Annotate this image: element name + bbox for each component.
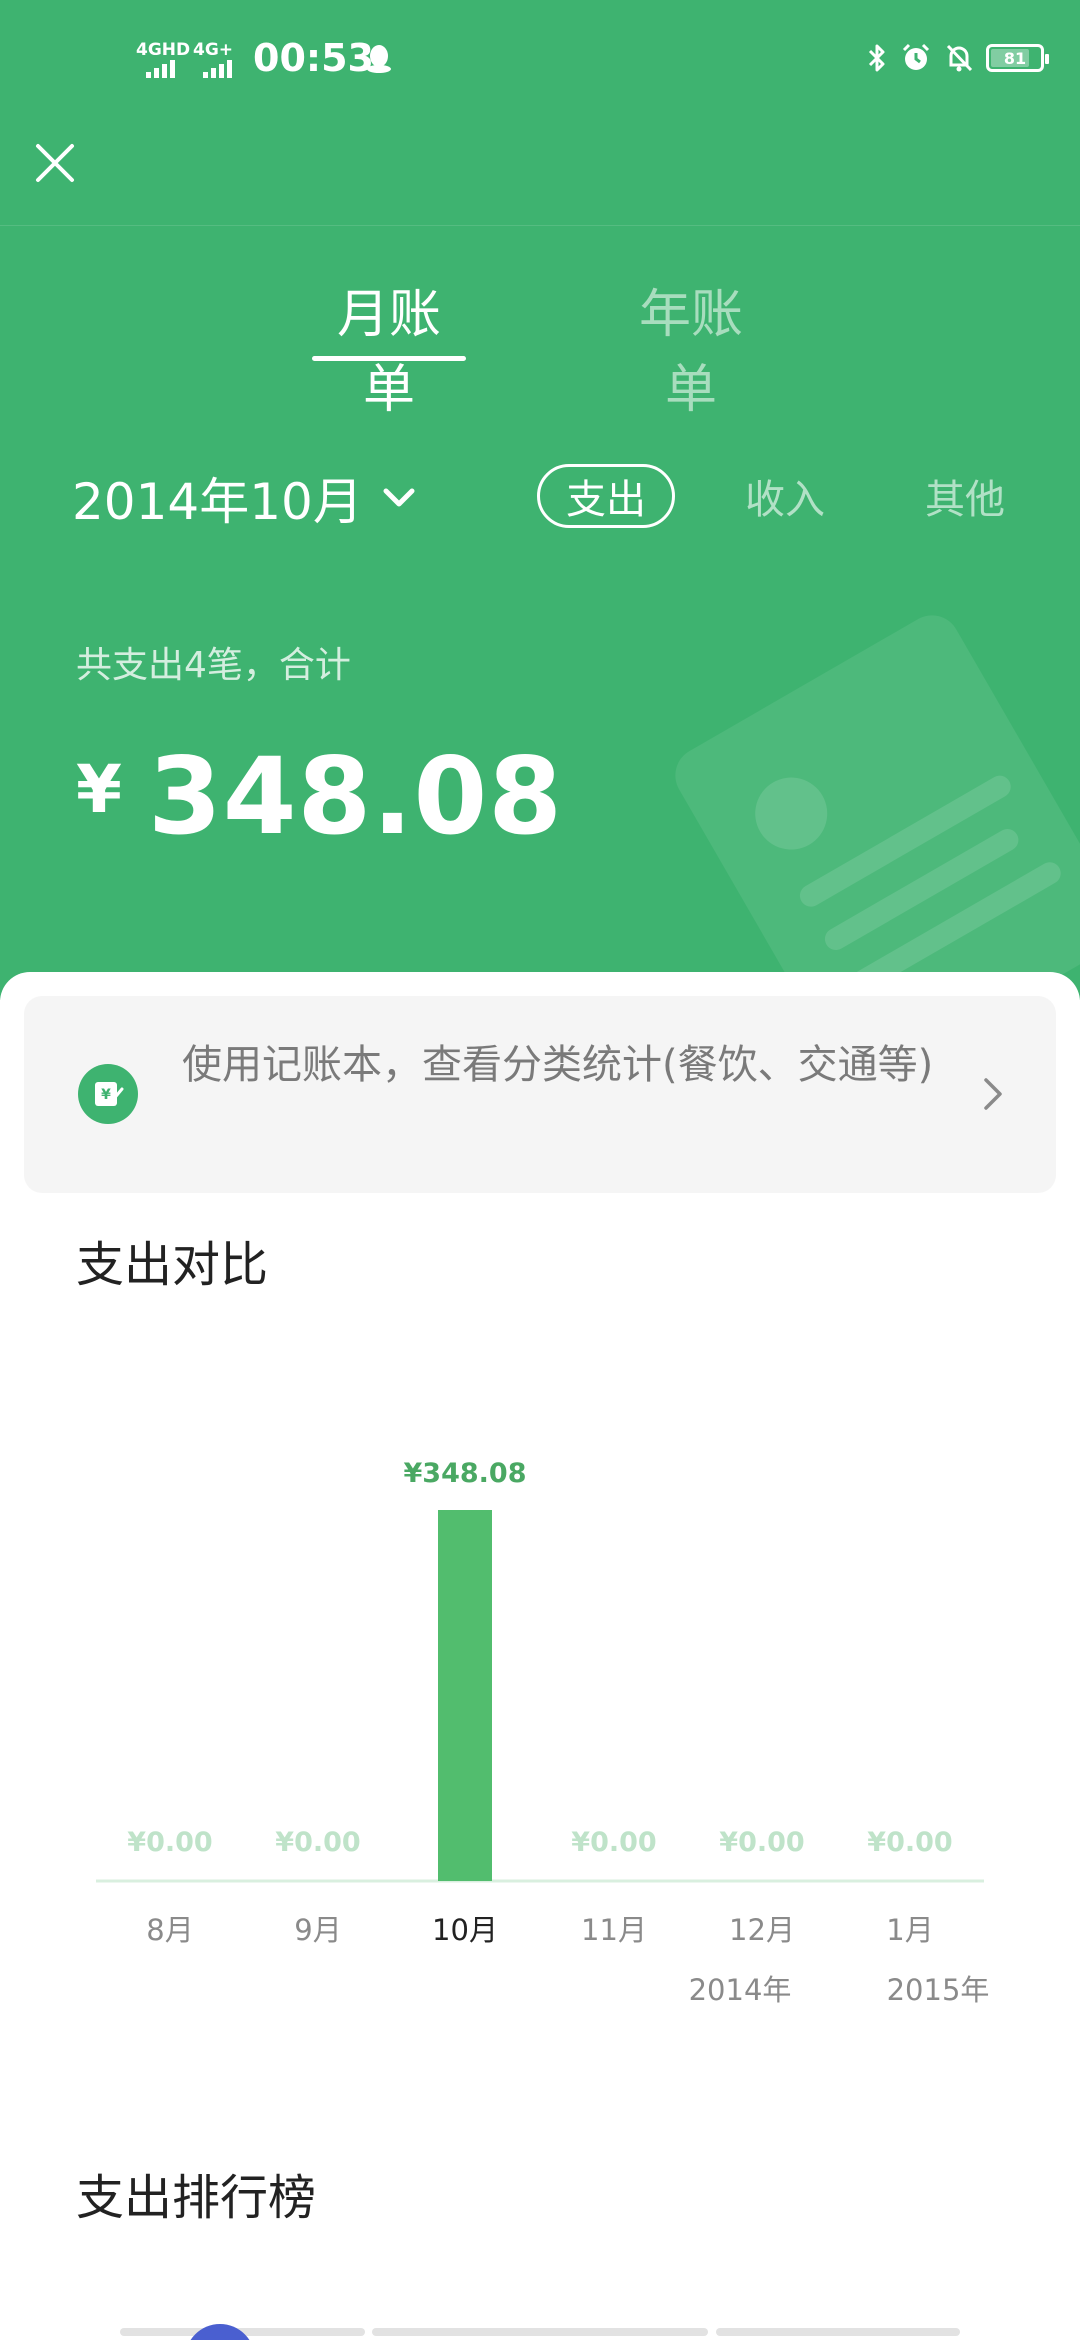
chart-bar <box>438 1510 492 1881</box>
active-tab-indicator <box>312 356 466 361</box>
chart-category-label: 10月 <box>432 1913 498 1947</box>
status-bar: 4GHD 4G+ 00:53 81 <box>0 0 1080 120</box>
header-divider <box>0 225 1080 226</box>
chart-value-label: ¥0.00 <box>275 1827 360 1858</box>
selected-month: 2014年10月 <box>72 473 363 531</box>
chart-year-label: 2014年 <box>689 1973 792 2007</box>
battery-icon: 81 <box>986 44 1049 72</box>
chart-category-label: 9月 <box>294 1913 341 1947</box>
expense-comparison-title: 支出对比 <box>76 1237 269 1293</box>
ranking-bar <box>372 2328 708 2336</box>
network-type-label: 4GHD <box>136 40 191 60</box>
bill-illustration-icon <box>675 615 1080 1000</box>
chart-category-label: 8月 <box>146 1913 193 1947</box>
alarm-icon <box>902 43 930 70</box>
expense-ranking-title: 支出排行榜 <box>76 2170 317 2226</box>
status-time: 00:53 <box>253 36 374 80</box>
tab-monthly-bill[interactable]: 月账单 <box>312 272 466 422</box>
close-button[interactable] <box>30 138 80 188</box>
chart-value-label: ¥0.00 <box>867 1827 952 1858</box>
chart-category-label: 12月 <box>729 1913 795 1947</box>
chart-value-label: ¥0.00 <box>127 1827 212 1858</box>
qq-notification-icon <box>367 45 391 73</box>
filter-other-button[interactable]: 其他 <box>920 464 1010 528</box>
chevron-down-icon <box>383 488 415 507</box>
chevron-right-icon <box>984 1078 1002 1110</box>
filter-expense-button[interactable]: 支出 <box>537 464 675 528</box>
expense-count-text: 共支出4笔，合计 <box>76 645 351 686</box>
ledger-icon: ¥ <box>78 1064 138 1124</box>
header-panel: 4GHD 4G+ 00:53 81 月账单 年账单 2014年10月 支出 收入… <box>0 0 1080 1000</box>
ranking-bar <box>716 2328 960 2336</box>
chart-category-label: 11月 <box>581 1913 647 1947</box>
mute-notification-icon <box>946 44 973 72</box>
expense-total: ¥ 348.08 <box>76 735 563 858</box>
expense-comparison-chart: ¥0.00 8月 ¥0.00 9月 ¥348.08 10月 ¥0.00 11月 ¥0.00 12月… <box>96 1458 990 2007</box>
battery-level: 81 <box>1003 48 1027 68</box>
total-amount: 348.08 <box>147 735 563 858</box>
chart-value-label: ¥348.08 <box>404 1458 527 1489</box>
chart-year-label: 2015年 <box>887 1973 990 2007</box>
chart-value-label: ¥0.00 <box>571 1827 656 1858</box>
promo-text: 使用记账本，查看分类统计(餐饮、交通等) <box>182 1042 934 1088</box>
ledger-promo-banner[interactable]: ¥ 使用记账本，查看分类统计(餐饮、交通等) <box>24 996 1056 1193</box>
filter-income-button[interactable]: 收入 <box>740 464 830 528</box>
svg-text:¥: ¥ <box>101 1087 111 1103</box>
tab-yearly-bill[interactable]: 年账单 <box>614 272 768 422</box>
currency-symbol: ¥ <box>76 751 122 828</box>
chart-category-label: 1月 <box>886 1913 933 1947</box>
chart-value-label: ¥0.00 <box>719 1827 804 1858</box>
network-type-label: 4G+ <box>193 40 234 60</box>
close-icon <box>36 144 74 182</box>
bluetooth-icon <box>868 44 885 72</box>
month-selector[interactable]: 2014年10月 <box>72 462 417 534</box>
